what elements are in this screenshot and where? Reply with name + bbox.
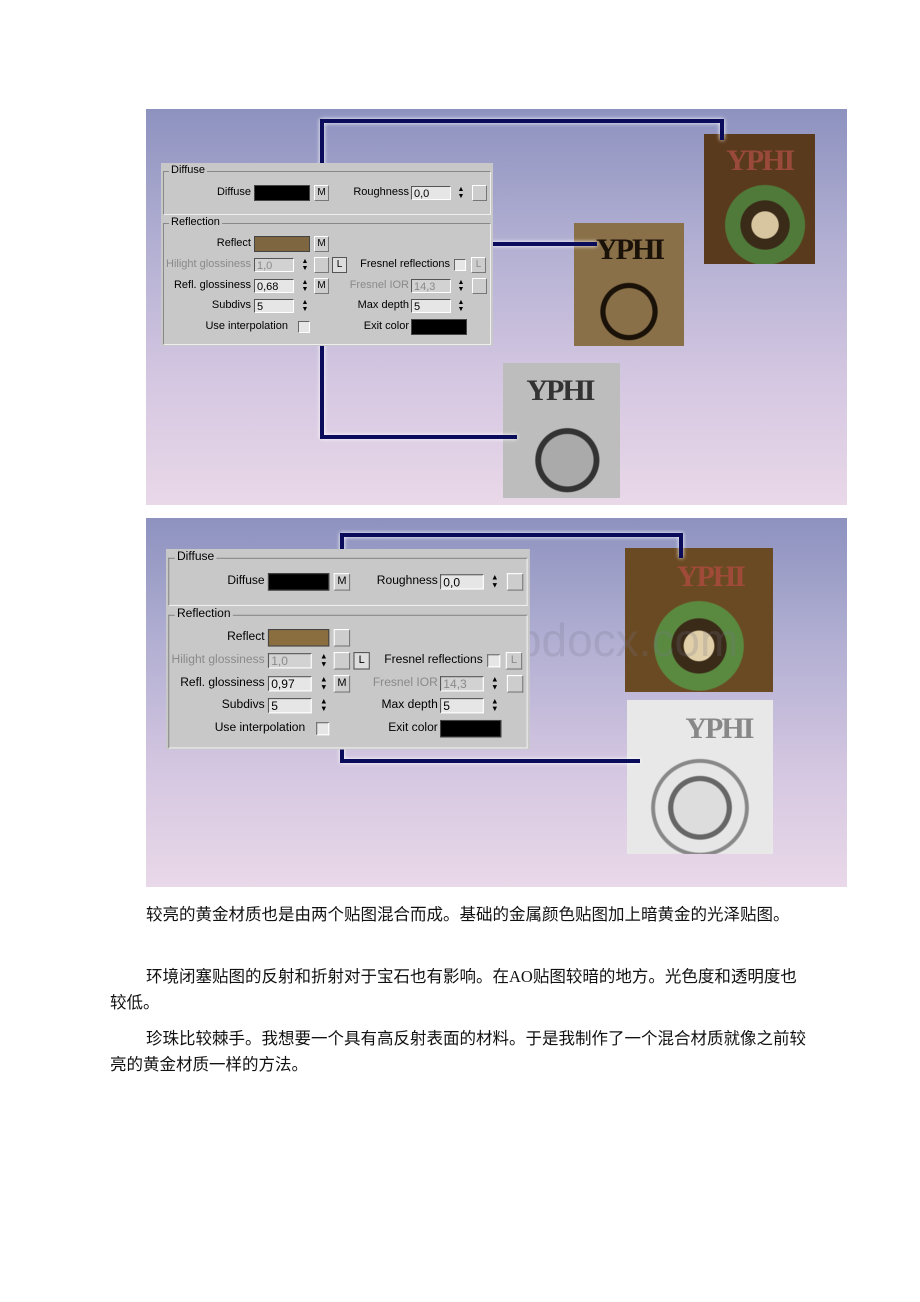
figure-material-panel-1: ΥPHI ΥPHI ΥPHI Diffuse Diffuse M Roughne…: [146, 109, 847, 505]
use-interpolation-label: Use interpolation: [205, 320, 288, 332]
fresnel-ior-label: Fresnel IOR: [372, 676, 438, 690]
use-interpolation-checkbox[interactable]: [316, 722, 330, 736]
subdivs-spinner[interactable]: ▲ ▼: [301, 299, 309, 314]
refl-glossiness-input[interactable]: 0,97: [267, 676, 312, 692]
hilight-glossiness-input[interactable]: 1,0: [254, 258, 294, 272]
roughness-input[interactable]: 0,0: [440, 574, 484, 590]
paragraph: 环境闭塞贴图的反射和折射对于宝石也有影响。在AO贴图较暗的地方。光色度和透明度也…: [110, 967, 797, 1012]
fresnel-ior-spinner[interactable]: ▲ ▼: [490, 676, 499, 692]
fresnel-reflections-checkbox[interactable]: [487, 654, 501, 668]
roughness-spinner[interactable]: ▲ ▼: [490, 574, 499, 590]
hilight-glossiness-label: Hilight glossiness: [166, 258, 251, 270]
diffuse-label: Diffuse: [227, 574, 265, 588]
figure-material-panel-2: ΥPHI ΥPHI www.bdocx.com Diffuse Diffuse …: [146, 518, 847, 887]
fresnel-ior-map-button[interactable]: [472, 278, 487, 294]
reflect-color-swatch[interactable]: [254, 236, 310, 252]
fresnel-reflections-label: Fresnel reflections: [384, 653, 483, 667]
subdivs-label: Subdivs: [221, 698, 265, 712]
roughness-map-button[interactable]: [472, 185, 487, 201]
fresnel-ior-input[interactable]: 14,3: [411, 279, 451, 293]
max-depth-label: Max depth: [381, 698, 438, 712]
refl-glossiness-input[interactable]: 0,68: [254, 279, 294, 293]
reflect-map-button[interactable]: [333, 629, 351, 647]
hilight-glossiness-spinner[interactable]: ▲ ▼: [319, 653, 328, 669]
max-depth-input[interactable]: 5: [440, 698, 484, 714]
max-depth-input[interactable]: 5: [411, 299, 451, 313]
roughness-label: Roughness: [376, 574, 438, 588]
paragraph: 珍珠比较棘手。我想要一个具有高反射表面的材料。于是我制作了一个混合材质就像之前较…: [110, 1029, 806, 1074]
roughness-input[interactable]: 0,0: [411, 186, 451, 200]
subdivs-input[interactable]: 5: [267, 698, 312, 714]
fresnel-ior-label: Fresnel IOR: [349, 279, 409, 291]
vray-material-panel: Diffuse Diffuse M Roughness 0,0 ▲ ▼ Refle…: [161, 163, 493, 346]
document-page: ΥPHI ΥPHI ΥPHI Diffuse Diffuse M Roughne…: [0, 0, 920, 1302]
fresnel-lock-button[interactable]: L: [471, 257, 486, 273]
fresnel-reflections-checkbox[interactable]: [454, 259, 466, 271]
refl-glossiness-spinner[interactable]: ▲ ▼: [301, 279, 309, 294]
subdivs-input[interactable]: 5: [254, 299, 294, 313]
hilight-glossiness-label: Hilight glossiness: [171, 653, 265, 667]
max-depth-spinner[interactable]: ▲ ▼: [490, 698, 499, 714]
max-depth-spinner[interactable]: ▲ ▼: [457, 299, 465, 314]
exit-color-swatch[interactable]: [411, 319, 467, 335]
hilight-lock-button[interactable]: L: [332, 257, 347, 273]
roughness-spinner[interactable]: ▲ ▼: [457, 186, 465, 201]
hilight-map-button[interactable]: [333, 652, 351, 670]
hilight-lock-button[interactable]: L: [353, 652, 370, 670]
use-interpolation-checkbox[interactable]: [298, 321, 310, 333]
diffuse-color-swatch[interactable]: [254, 185, 310, 201]
paragraph: 较亮的黄金材质也是由两个贴图混合而成。基础的金属颜色贴图加上暗黄金的光泽贴图。: [146, 905, 790, 924]
diffuse-color-swatch[interactable]: [267, 573, 330, 591]
exit-color-swatch[interactable]: [440, 719, 502, 738]
hilight-glossiness-spinner[interactable]: ▲ ▼: [301, 258, 309, 273]
diffuse-map-button[interactable]: M: [333, 573, 351, 591]
reflect-color-swatch[interactable]: [267, 629, 330, 647]
roughness-label: Roughness: [353, 186, 409, 198]
hilight-glossiness-input[interactable]: 1,0: [267, 653, 312, 669]
refl-glossiness-label: Refl. glossiness: [180, 676, 265, 690]
subdivs-spinner[interactable]: ▲ ▼: [319, 698, 328, 714]
max-depth-label: Max depth: [357, 299, 409, 311]
fresnel-lock-button[interactable]: L: [505, 652, 523, 670]
refl-glossiness-label: Refl. glossiness: [173, 279, 251, 291]
fresnel-reflections-label: Fresnel reflections: [360, 258, 450, 270]
refl-glossiness-map-button[interactable]: M: [314, 278, 329, 294]
reflect-label: Reflect: [227, 630, 265, 644]
vray-material-panel: Diffuse Diffuse M Roughness 0,0 ▲ ▼ Refle…: [166, 549, 530, 750]
subdivs-label: Subdivs: [211, 299, 251, 311]
fresnel-ior-map-button[interactable]: [506, 675, 524, 693]
exit-color-label: Exit color: [388, 721, 438, 735]
use-interpolation-label: Use interpolation: [214, 721, 306, 735]
diffuse-label: Diffuse: [216, 186, 251, 198]
refl-glossiness-spinner[interactable]: ▲ ▼: [319, 676, 328, 692]
reflect-label: Reflect: [216, 237, 251, 249]
reflect-map-button[interactable]: M: [314, 236, 329, 252]
hilight-map-button[interactable]: [314, 257, 329, 273]
exit-color-label: Exit color: [363, 320, 409, 332]
fresnel-ior-spinner[interactable]: ▲ ▼: [457, 279, 465, 294]
fresnel-ior-input[interactable]: 14,3: [440, 676, 484, 692]
roughness-map-button[interactable]: [506, 573, 524, 591]
refl-glossiness-map-button[interactable]: M: [333, 675, 351, 693]
diffuse-map-button[interactable]: M: [314, 185, 329, 201]
